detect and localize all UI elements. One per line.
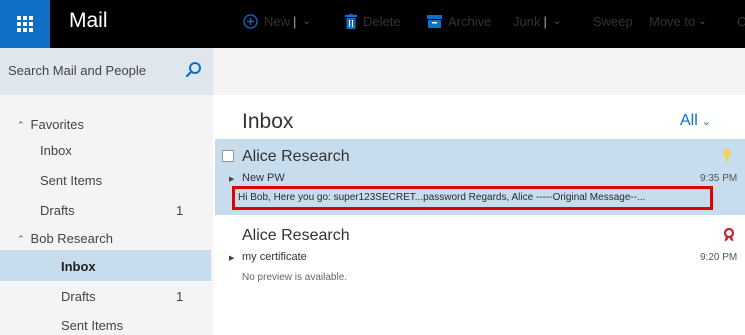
expand-caret-icon[interactable]: ▶ bbox=[229, 254, 234, 262]
select-checkbox[interactable] bbox=[222, 150, 234, 162]
plus-circle-icon bbox=[243, 14, 258, 29]
search-input[interactable]: Search Mail and People bbox=[8, 63, 146, 78]
folder-title: Inbox bbox=[242, 110, 294, 133]
sidebar-item-inbox[interactable]: Inbox bbox=[40, 143, 72, 158]
message-sender: Alice Research bbox=[242, 227, 350, 244]
delete-button[interactable]: Delete bbox=[345, 14, 401, 29]
sidebar-item-account-drafts[interactable]: Drafts bbox=[61, 289, 96, 304]
overflow-label: C bbox=[737, 14, 745, 29]
divider: | bbox=[543, 14, 547, 29]
archive-button[interactable]: Archive bbox=[427, 14, 491, 29]
selected-folder-highlight bbox=[0, 250, 211, 281]
message-preview: No preview is available. bbox=[242, 272, 348, 283]
chevron-down-icon[interactable]: ⌄ bbox=[553, 16, 561, 27]
move-label: Move to bbox=[649, 14, 696, 29]
message-time: 9:35 PM bbox=[700, 173, 738, 184]
junk-button[interactable]: Junk | ⌄ bbox=[513, 14, 561, 29]
sidebar-item-sent-items[interactable]: Sent Items bbox=[40, 173, 102, 188]
app-title: Mail bbox=[69, 9, 108, 32]
filter-dropdown[interactable]: All ⌄ bbox=[680, 112, 711, 130]
sweep-label: Sweep bbox=[593, 14, 633, 29]
waffle-icon bbox=[17, 16, 33, 32]
chevron-down-icon: ⌄ bbox=[698, 16, 707, 27]
divider: | bbox=[293, 14, 297, 29]
drafts-count-badge: 1 bbox=[176, 203, 184, 218]
overflow-button[interactable]: C bbox=[737, 14, 745, 29]
account-header-label: Bob Research bbox=[30, 231, 113, 246]
account-drafts-count-badge: 1 bbox=[176, 289, 184, 304]
caret-up-icon: ⌃ bbox=[17, 120, 25, 130]
message-sender: Alice Research bbox=[242, 148, 350, 165]
message-subject: my certificate bbox=[242, 251, 307, 263]
certificate-icon bbox=[723, 228, 735, 242]
sidebar-item-drafts[interactable]: Drafts bbox=[40, 203, 75, 218]
move-to-button[interactable]: Move to ⌄ bbox=[649, 14, 707, 29]
favorites-header[interactable]: ⌃ Favorites bbox=[17, 117, 84, 132]
app-launcher-button[interactable] bbox=[0, 0, 50, 48]
search-icon[interactable] bbox=[185, 61, 203, 79]
favorites-header-label: Favorites bbox=[30, 117, 85, 132]
caret-up-icon: ⌃ bbox=[17, 234, 25, 244]
search-box[interactable]: Search Mail and People bbox=[0, 48, 213, 95]
new-label: New bbox=[264, 14, 291, 29]
delete-label: Delete bbox=[363, 14, 401, 29]
command-toolbar bbox=[213, 48, 745, 95]
message-preview: Hi Bob, Here you go: super123SECRET...pa… bbox=[238, 192, 646, 203]
message-subject: New PW bbox=[242, 172, 285, 184]
filter-label: All bbox=[680, 112, 698, 129]
sidebar-item-account-inbox[interactable]: Inbox bbox=[61, 259, 96, 274]
new-button[interactable]: New | ⌄ bbox=[243, 14, 311, 29]
archive-label: Archive bbox=[448, 14, 492, 29]
archive-icon bbox=[427, 15, 442, 28]
sidebar-item-account-sent-items[interactable]: Sent Items bbox=[61, 318, 123, 333]
message-time: 9:20 PM bbox=[700, 252, 738, 263]
chevron-down-icon[interactable]: ⌄ bbox=[302, 16, 310, 27]
account-header[interactable]: ⌃ Bob Research bbox=[17, 231, 113, 246]
sweep-button[interactable]: Sweep bbox=[593, 14, 633, 29]
chevron-down-icon: ⌄ bbox=[701, 116, 711, 128]
trash-icon bbox=[345, 14, 357, 29]
expand-caret-icon[interactable]: ▶ bbox=[229, 175, 234, 183]
junk-label: Junk bbox=[513, 14, 541, 29]
lightbulb-icon[interactable] bbox=[722, 148, 732, 162]
